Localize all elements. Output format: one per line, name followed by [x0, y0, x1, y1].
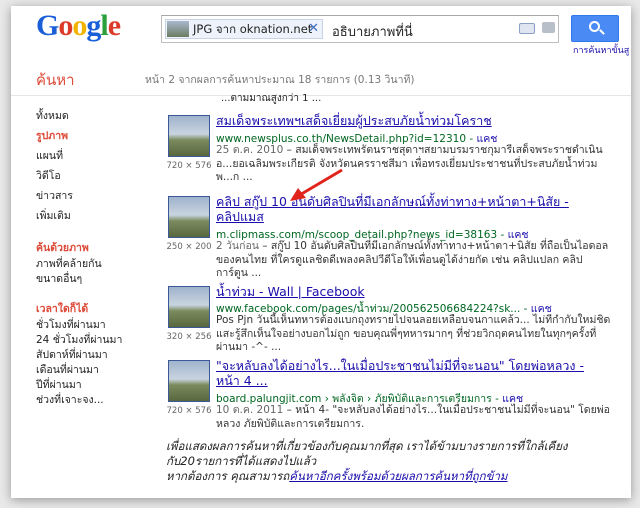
result-thumbnail[interactable]	[168, 286, 210, 328]
camera-icon[interactable]	[542, 22, 555, 33]
result-title-link[interactable]: คลิป สกู๊ป 10 อันดับศิลปินที่มีเอกลักษณ์…	[216, 194, 596, 224]
google-logo[interactable]: Google	[36, 9, 121, 43]
nav-time-custom[interactable]: ช่วงที่เจาะจง...	[36, 393, 146, 408]
image-dimensions: 720 × 576	[166, 161, 212, 171]
nav-head-search-by-image[interactable]: ค้นด้วยภาพ	[36, 240, 146, 257]
omitted-results-notice: เพื่อแสดงผลการค้นหาที่เกี่ยวข้องกับคุณมา…	[166, 439, 596, 484]
search-header: Google JPG จาก oknation.net ✕ อธิบายภาพท…	[11, 6, 631, 56]
nav-item-maps[interactable]: แผนที่	[36, 146, 146, 166]
nav-time-year[interactable]: ปีที่ผ่านมา	[36, 378, 146, 393]
result-date: 10 ต.ค. 2011	[216, 404, 284, 416]
search-icon-handle	[599, 29, 605, 35]
nav-time-hour[interactable]: ชั่วโมงที่ผ่านมา	[36, 318, 146, 333]
chip-label: JPG จาก oknation.net	[193, 22, 313, 36]
nav-visually-similar[interactable]: ภาพที่คล้ายกัน	[36, 257, 146, 272]
close-icon[interactable]: ✕	[308, 20, 319, 38]
result-snippet: 2 วันก่อน – สกู๊ป 10 อันดับศิลปินที่มีเอ…	[216, 240, 611, 281]
nav-item-videos[interactable]: วิดีโอ	[36, 166, 146, 186]
repeat-search-link[interactable]: ค้นหาอีกครั้งพร้อมด้วยผลการค้นหาที่ถูกข้…	[289, 469, 507, 483]
advanced-search-link[interactable]: การค้นหาขั้นสู	[573, 43, 629, 57]
section-title: ค้นหา	[36, 71, 75, 89]
browser-window: Google JPG จาก oknation.net ✕ อธิบายภาพท…	[11, 6, 631, 498]
nav-item-all[interactable]: ทั้งหมด	[36, 106, 146, 126]
annotation-arrow-icon	[290, 168, 343, 201]
result-date: 2 วันก่อน	[216, 240, 259, 252]
notice-line1: เพื่อแสดงผลการค้นหาที่เกี่ยวข้องกับคุณมา…	[166, 439, 568, 468]
nav-other-sizes[interactable]: ขนาดอื่นๆ	[36, 272, 146, 287]
result-thumbnail[interactable]	[168, 196, 210, 238]
result-snippet-text: – สกู๊ป 10 อันดับศิลปินที่มีเอกลักษณ์ทั้…	[216, 240, 609, 279]
search-box[interactable]: JPG จาก oknation.net ✕ อธิบายภาพที่นี่	[161, 15, 559, 43]
previous-result-cutoff: ...ตามมาณสูงกว่า 1 ...	[221, 93, 322, 104]
left-nav: ทั้งหมด รูปภาพ แผนที่ วิดีโอ ข่าวสาร เพิ…	[36, 106, 146, 408]
nav-item-images[interactable]: รูปภาพ	[36, 126, 146, 146]
nav-item-more[interactable]: เพิ่มเติม	[36, 206, 146, 226]
result-stats: หน้า 2 จากผลการค้นหาประมาณ 18 รายการ (0.…	[145, 74, 415, 86]
image-dimensions: 720 × 576	[166, 406, 212, 416]
chip-image-thumbnail	[167, 21, 189, 37]
results-subbar: ค้นหา หน้า 2 จากผลการค้นหาประมาณ 18 รายก…	[11, 56, 631, 96]
result-title-link[interactable]: สมเด็จพระเทพฯเสด็จเยี่ยมผู้ประสบภัยน้ำท่…	[216, 113, 596, 128]
result-snippet: 10 ต.ค. 2011 – หน้า 4- "จะหลับลงได้อย่าง…	[216, 404, 611, 431]
result-title-link[interactable]: น้ำท่วม - Wall | Facebook	[216, 284, 596, 299]
result-snippet-text: Pos Pjn วันนี้เห็นทหารต้องแบกถุงทรายไปจน…	[216, 314, 611, 353]
search-button[interactable]	[571, 15, 619, 42]
result-snippet: 25 ต.ค. 2010 – สมเด็จพระเทพรัตนราชสุดาฯส…	[216, 144, 611, 185]
result-thumbnail[interactable]	[168, 360, 210, 402]
nav-time-24h[interactable]: 24 ชั่วโมงที่ผ่านมา	[36, 333, 146, 348]
nav-item-news[interactable]: ข่าวสาร	[36, 186, 146, 206]
result-title-link[interactable]: "จะหลับลงได้อย่างไร...ในเมื่อประชาชนไม่ม…	[216, 358, 596, 388]
nav-time-week[interactable]: สัปดาห์ที่ผ่านมา	[36, 348, 146, 363]
result-snippet: Pos Pjn วันนี้เห็นทหารต้องแบกถุงทรายไปจน…	[216, 314, 611, 355]
image-query-chip[interactable]: JPG จาก oknation.net ✕	[165, 19, 323, 39]
image-dimensions: 320 × 256	[166, 332, 212, 342]
image-dimensions: 250 × 200	[166, 242, 212, 252]
result-date: 25 ต.ค. 2010	[216, 144, 284, 156]
result-thumbnail[interactable]	[168, 115, 210, 157]
nav-time-month[interactable]: เดือนที่ผ่านมา	[36, 363, 146, 378]
keyboard-icon[interactable]	[519, 23, 535, 34]
search-input[interactable]: อธิบายภาพที่นี่	[332, 21, 413, 42]
notice-line2-prefix: หากต้องการ คุณสามารถ	[166, 469, 290, 483]
nav-head-any-time[interactable]: เวลาใดก็ได้	[36, 301, 146, 318]
